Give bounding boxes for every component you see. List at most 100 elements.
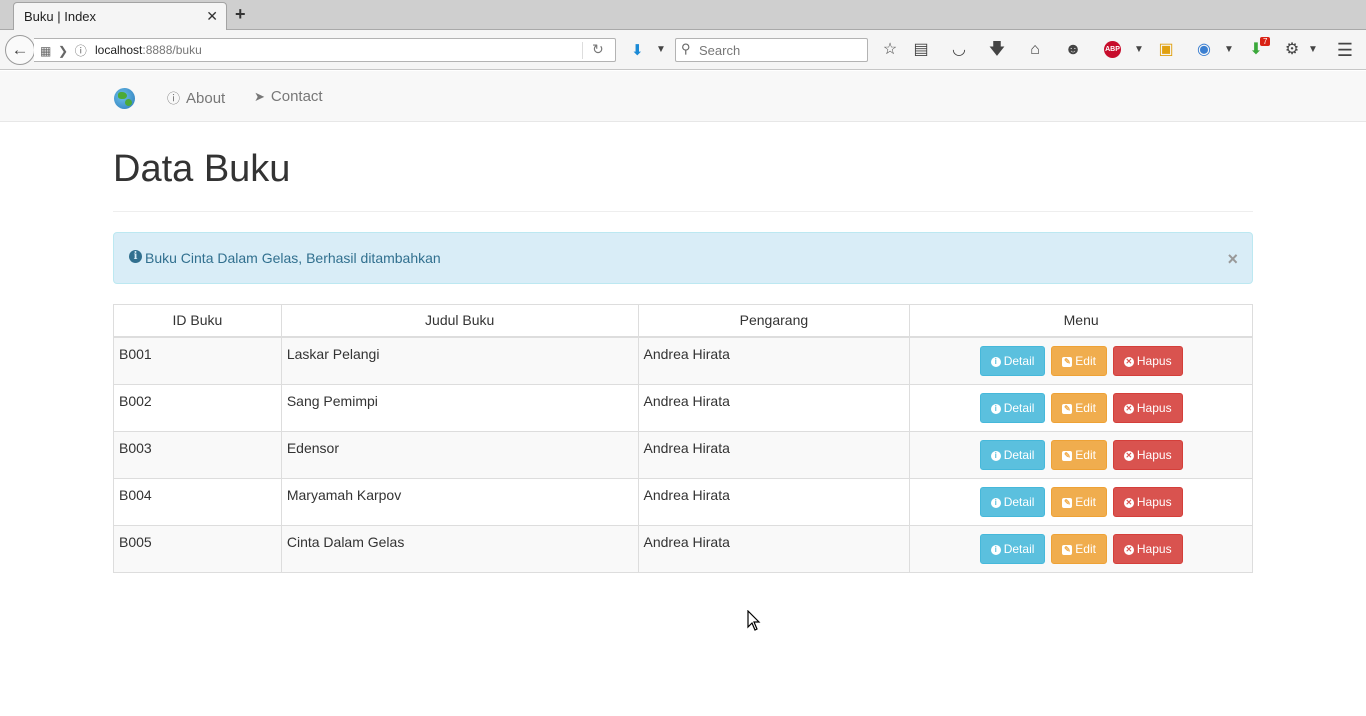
tab-close-icon[interactable]: ✕ [206,8,218,25]
browser-tab-strip: Buku | Index ✕ + [0,0,1366,31]
table-row: B004 Maryamah Karpov Andrea Hirata i Deta… [113,477,1253,526]
extension-globe-icon[interactable]: ◉ [1194,40,1214,60]
info-icon: ⓘ [167,91,181,106]
cell-id: B002 [113,383,282,432]
home-icon[interactable]: ⌂ [1025,40,1045,60]
info-circle-icon: i [129,250,142,263]
reload-icon[interactable]: ↻ [592,41,604,58]
notification-badge: 7 [1260,37,1271,46]
alert-message: Buku Cinta Dalam Gelas, Berhasil ditamba… [145,250,441,266]
nav-link-about[interactable]: ⓘ About [167,88,225,107]
browser-tab-active[interactable]: Buku | Index ✕ [13,2,227,31]
delete-button[interactable]: ✕ Hapus [1112,392,1183,423]
url-divider [582,42,583,59]
table-row: B002 Sang Pemimpi Andrea Hirata i Detail … [113,383,1253,432]
extension-note-icon[interactable]: ▣ [1156,40,1176,60]
table-row: B003 Edensor Andrea Hirata i Detail ✎ Edit… [113,430,1253,479]
cell-pengarang: Andrea Hirata [637,336,911,385]
edit-icon: ✎ [1062,544,1073,555]
bookmark-star-icon[interactable]: ☆ [880,40,900,60]
remove-circle-icon: ✕ [1123,497,1134,508]
edit-button[interactable]: ✎ Edit [1051,345,1107,376]
chevron-down-icon[interactable]: ▼ [656,44,666,55]
edit-icon: ✎ [1062,403,1073,414]
tab-title: Buku | Index [24,9,97,24]
chat-icon[interactable]: ☻ [1063,40,1083,60]
delete-button[interactable]: ✕ Hapus [1112,533,1183,564]
detail-button[interactable]: i Detail [979,345,1046,376]
globe-logo-icon[interactable] [114,88,135,109]
delete-button[interactable]: ✕ Hapus [1112,486,1183,517]
back-arrow-icon[interactable]: ← [5,35,35,65]
url-text: localhost:8888/buku [95,43,202,57]
extension-bug-dropdown-icon[interactable]: ▼ [1303,40,1323,60]
cell-menu: i Detail ✎ Edit ✕ Hapus [909,430,1253,479]
cell-judul: Laskar Pelangi [280,336,639,385]
mouse-cursor-icon [747,610,761,631]
page-title: Data Buku [113,148,291,190]
column-header-menu: Menu [909,304,1253,338]
books-table: ID Buku Judul Buku Pengarang Menu B001 L… [113,304,1253,573]
hamburger-menu-icon[interactable]: ☰ [1335,40,1355,60]
edit-icon: ✎ [1062,497,1073,508]
cell-pengarang: Andrea Hirata [637,524,911,573]
table-row: B005 Cinta Dalam Gelas Andrea Hirata i De… [113,524,1253,573]
edit-button[interactable]: ✎ Edit [1051,533,1107,564]
header-divider [113,211,1253,212]
delete-button[interactable]: ✕ Hapus [1112,439,1183,470]
adblock-dropdown-icon[interactable]: ▼ [1129,40,1149,60]
reading-list-icon[interactable]: ▤ [911,40,931,60]
column-header-judul: Judul Buku [280,304,639,338]
remove-circle-icon: ✕ [1123,450,1134,461]
column-header-pengarang: Pengarang [637,304,911,338]
table-header-row: ID Buku Judul Buku Pengarang Menu [113,304,1253,338]
adblock-icon[interactable]: ABP [1104,41,1121,58]
edit-button[interactable]: ✎ Edit [1051,392,1107,423]
info-icon: i [990,544,1001,555]
alert-close-button[interactable]: × [1227,249,1238,270]
cell-pengarang: Andrea Hirata [637,383,911,432]
cell-menu: i Detail ✎ Edit ✕ Hapus [909,477,1253,526]
remove-circle-icon: ✕ [1123,403,1134,414]
downloads-arrow-icon[interactable]: 🡇 [987,40,1007,60]
detail-button[interactable]: i Detail [979,486,1046,517]
cell-pengarang: Andrea Hirata [637,477,911,526]
info-icon: i [990,450,1001,461]
cell-judul: Sang Pemimpi [280,383,639,432]
cell-judul: Maryamah Karpov [280,477,639,526]
new-tab-icon[interactable]: + [235,5,246,23]
site-navbar: ⓘ About ➤ Contact [0,71,1366,122]
cell-judul: Cinta Dalam Gelas [280,524,639,573]
success-alert: i Buku Cinta Dalam Gelas, Berhasil ditam… [113,232,1253,284]
info-icon: i [990,497,1001,508]
delete-button[interactable]: ✕ Hapus [1112,345,1183,376]
column-header-id: ID Buku [113,304,282,338]
cell-id: B003 [113,430,282,479]
browser-toolbar: ← ▦ ❯ ⓘ localhost:8888/buku ↻ ⬇ ▼ ⚲ Sear… [0,30,1366,70]
cell-menu: i Detail ✎ Edit ✕ Hapus [909,383,1253,432]
search-icon: ⚲ [681,41,691,56]
paper-plane-icon: ➤ [254,89,265,104]
download-icon[interactable]: ⬇ [631,41,644,59]
cell-id: B005 [113,524,282,573]
page-identity-icon[interactable]: ▦ ❯ ⓘ [40,42,87,59]
edit-icon: ✎ [1062,356,1073,367]
search-placeholder: Search [699,43,741,58]
pocket-icon[interactable]: ◡ [949,40,969,60]
detail-button[interactable]: i Detail [979,439,1046,470]
table-row: B001 Laskar Pelangi Andrea Hirata i Detai… [113,336,1253,385]
search-input[interactable]: ⚲ Search [675,38,868,62]
cell-pengarang: Andrea Hirata [637,430,911,479]
nav-link-contact[interactable]: ➤ Contact [254,88,323,105]
extension-dropdown-icon[interactable]: ▼ [1219,40,1239,60]
cell-judul: Edensor [280,430,639,479]
remove-circle-icon: ✕ [1123,356,1134,367]
edit-icon: ✎ [1062,450,1073,461]
edit-button[interactable]: ✎ Edit [1051,439,1107,470]
edit-button[interactable]: ✎ Edit [1051,486,1107,517]
detail-button[interactable]: i Detail [979,392,1046,423]
address-bar[interactable]: ▦ ❯ ⓘ localhost:8888/buku ↻ [34,38,616,62]
cell-id: B004 [113,477,282,526]
detail-button[interactable]: i Detail [979,533,1046,564]
extension-bug-icon[interactable]: ⚙ [1282,40,1302,60]
